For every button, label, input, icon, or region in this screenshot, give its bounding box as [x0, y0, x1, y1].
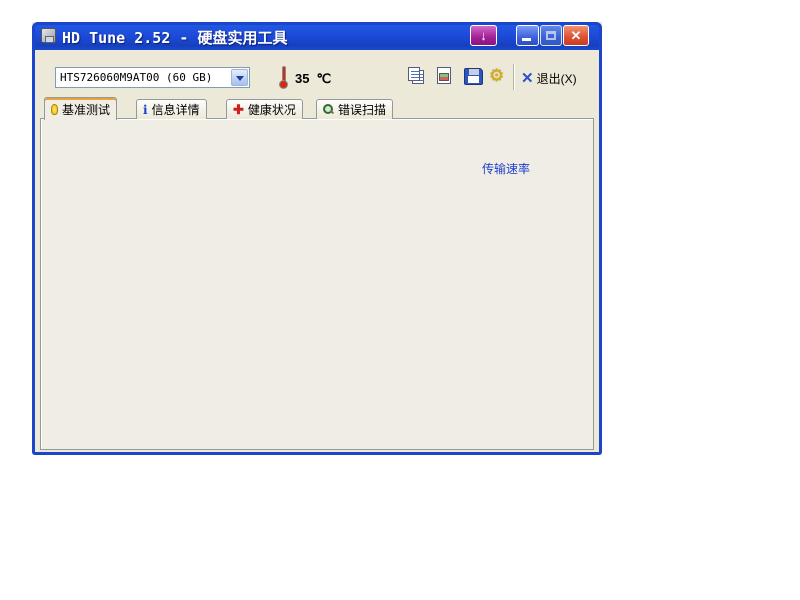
- health-cross-icon: ✚: [233, 103, 244, 116]
- maximize-button[interactable]: [540, 25, 562, 46]
- exit-label: 退出(X): [537, 70, 577, 87]
- title-bar[interactable]: HD Tune 2.52 - 硬盘实用工具 ↓ ✕: [32, 22, 602, 50]
- drive-select[interactable]: HTS726060M9AT00 (60 GB): [55, 67, 250, 88]
- gear-icon: ⚙: [489, 66, 504, 86]
- thermometer-bulb: [279, 80, 288, 89]
- copy-image-icon: [437, 67, 451, 84]
- copy-image-button[interactable]: [434, 65, 458, 89]
- copy-text-button[interactable]: [406, 65, 430, 89]
- close-icon: ✕: [571, 28, 582, 43]
- download-update-button[interactable]: ↓: [470, 25, 497, 46]
- temperature-readout: 35 ℃: [295, 71, 331, 87]
- minimize-button[interactable]: [516, 25, 539, 46]
- tab-benchmark-label: 基准测试: [62, 101, 110, 118]
- drive-select-value: HTS726060M9AT00 (60 GB): [60, 71, 212, 84]
- minimize-icon: [522, 38, 531, 41]
- tab-health-label: 健康状况: [248, 101, 296, 118]
- toolbar-separator: [513, 64, 514, 90]
- magnifier-icon: [323, 104, 334, 115]
- maximize-icon: [546, 31, 556, 40]
- transfer-rate-group-title: 传输速率: [479, 160, 533, 177]
- down-arrow-icon: ↓: [480, 28, 487, 43]
- temperature-unit: ℃: [316, 71, 331, 86]
- drive-select-dropdown-button[interactable]: [231, 69, 248, 86]
- tab-error-scan-label: 错误扫描: [338, 101, 386, 118]
- app-window: HD Tune 2.52 - 硬盘实用工具 ↓ ✕ HTS726060M9AT0…: [32, 22, 602, 455]
- exit-button[interactable]: ✕ 退出(X): [521, 68, 577, 88]
- benchmark-icon: [51, 104, 58, 115]
- exit-x-icon: ✕: [521, 69, 534, 87]
- image-chip: [439, 73, 449, 81]
- options-button[interactable]: ⚙: [488, 65, 512, 89]
- tab-info-label: 信息详情: [152, 101, 200, 118]
- tab-benchmark[interactable]: 基准测试: [44, 97, 117, 120]
- temperature-value: 35: [295, 71, 309, 86]
- tab-health[interactable]: ✚ 健康状况: [226, 99, 303, 119]
- tab-info[interactable]: i 信息详情: [136, 99, 207, 119]
- tab-error-scan[interactable]: 错误扫描: [316, 99, 393, 119]
- info-icon: i: [143, 103, 148, 117]
- save-icon: [464, 68, 483, 85]
- save-button[interactable]: [462, 65, 486, 89]
- chevron-down-icon: [236, 76, 244, 81]
- thermometer-icon: [279, 66, 289, 90]
- copy-icon-back: [408, 67, 420, 81]
- window-title: HD Tune 2.52 - 硬盘实用工具: [62, 27, 287, 48]
- close-button[interactable]: ✕: [563, 25, 589, 46]
- app-icon: [41, 28, 56, 43]
